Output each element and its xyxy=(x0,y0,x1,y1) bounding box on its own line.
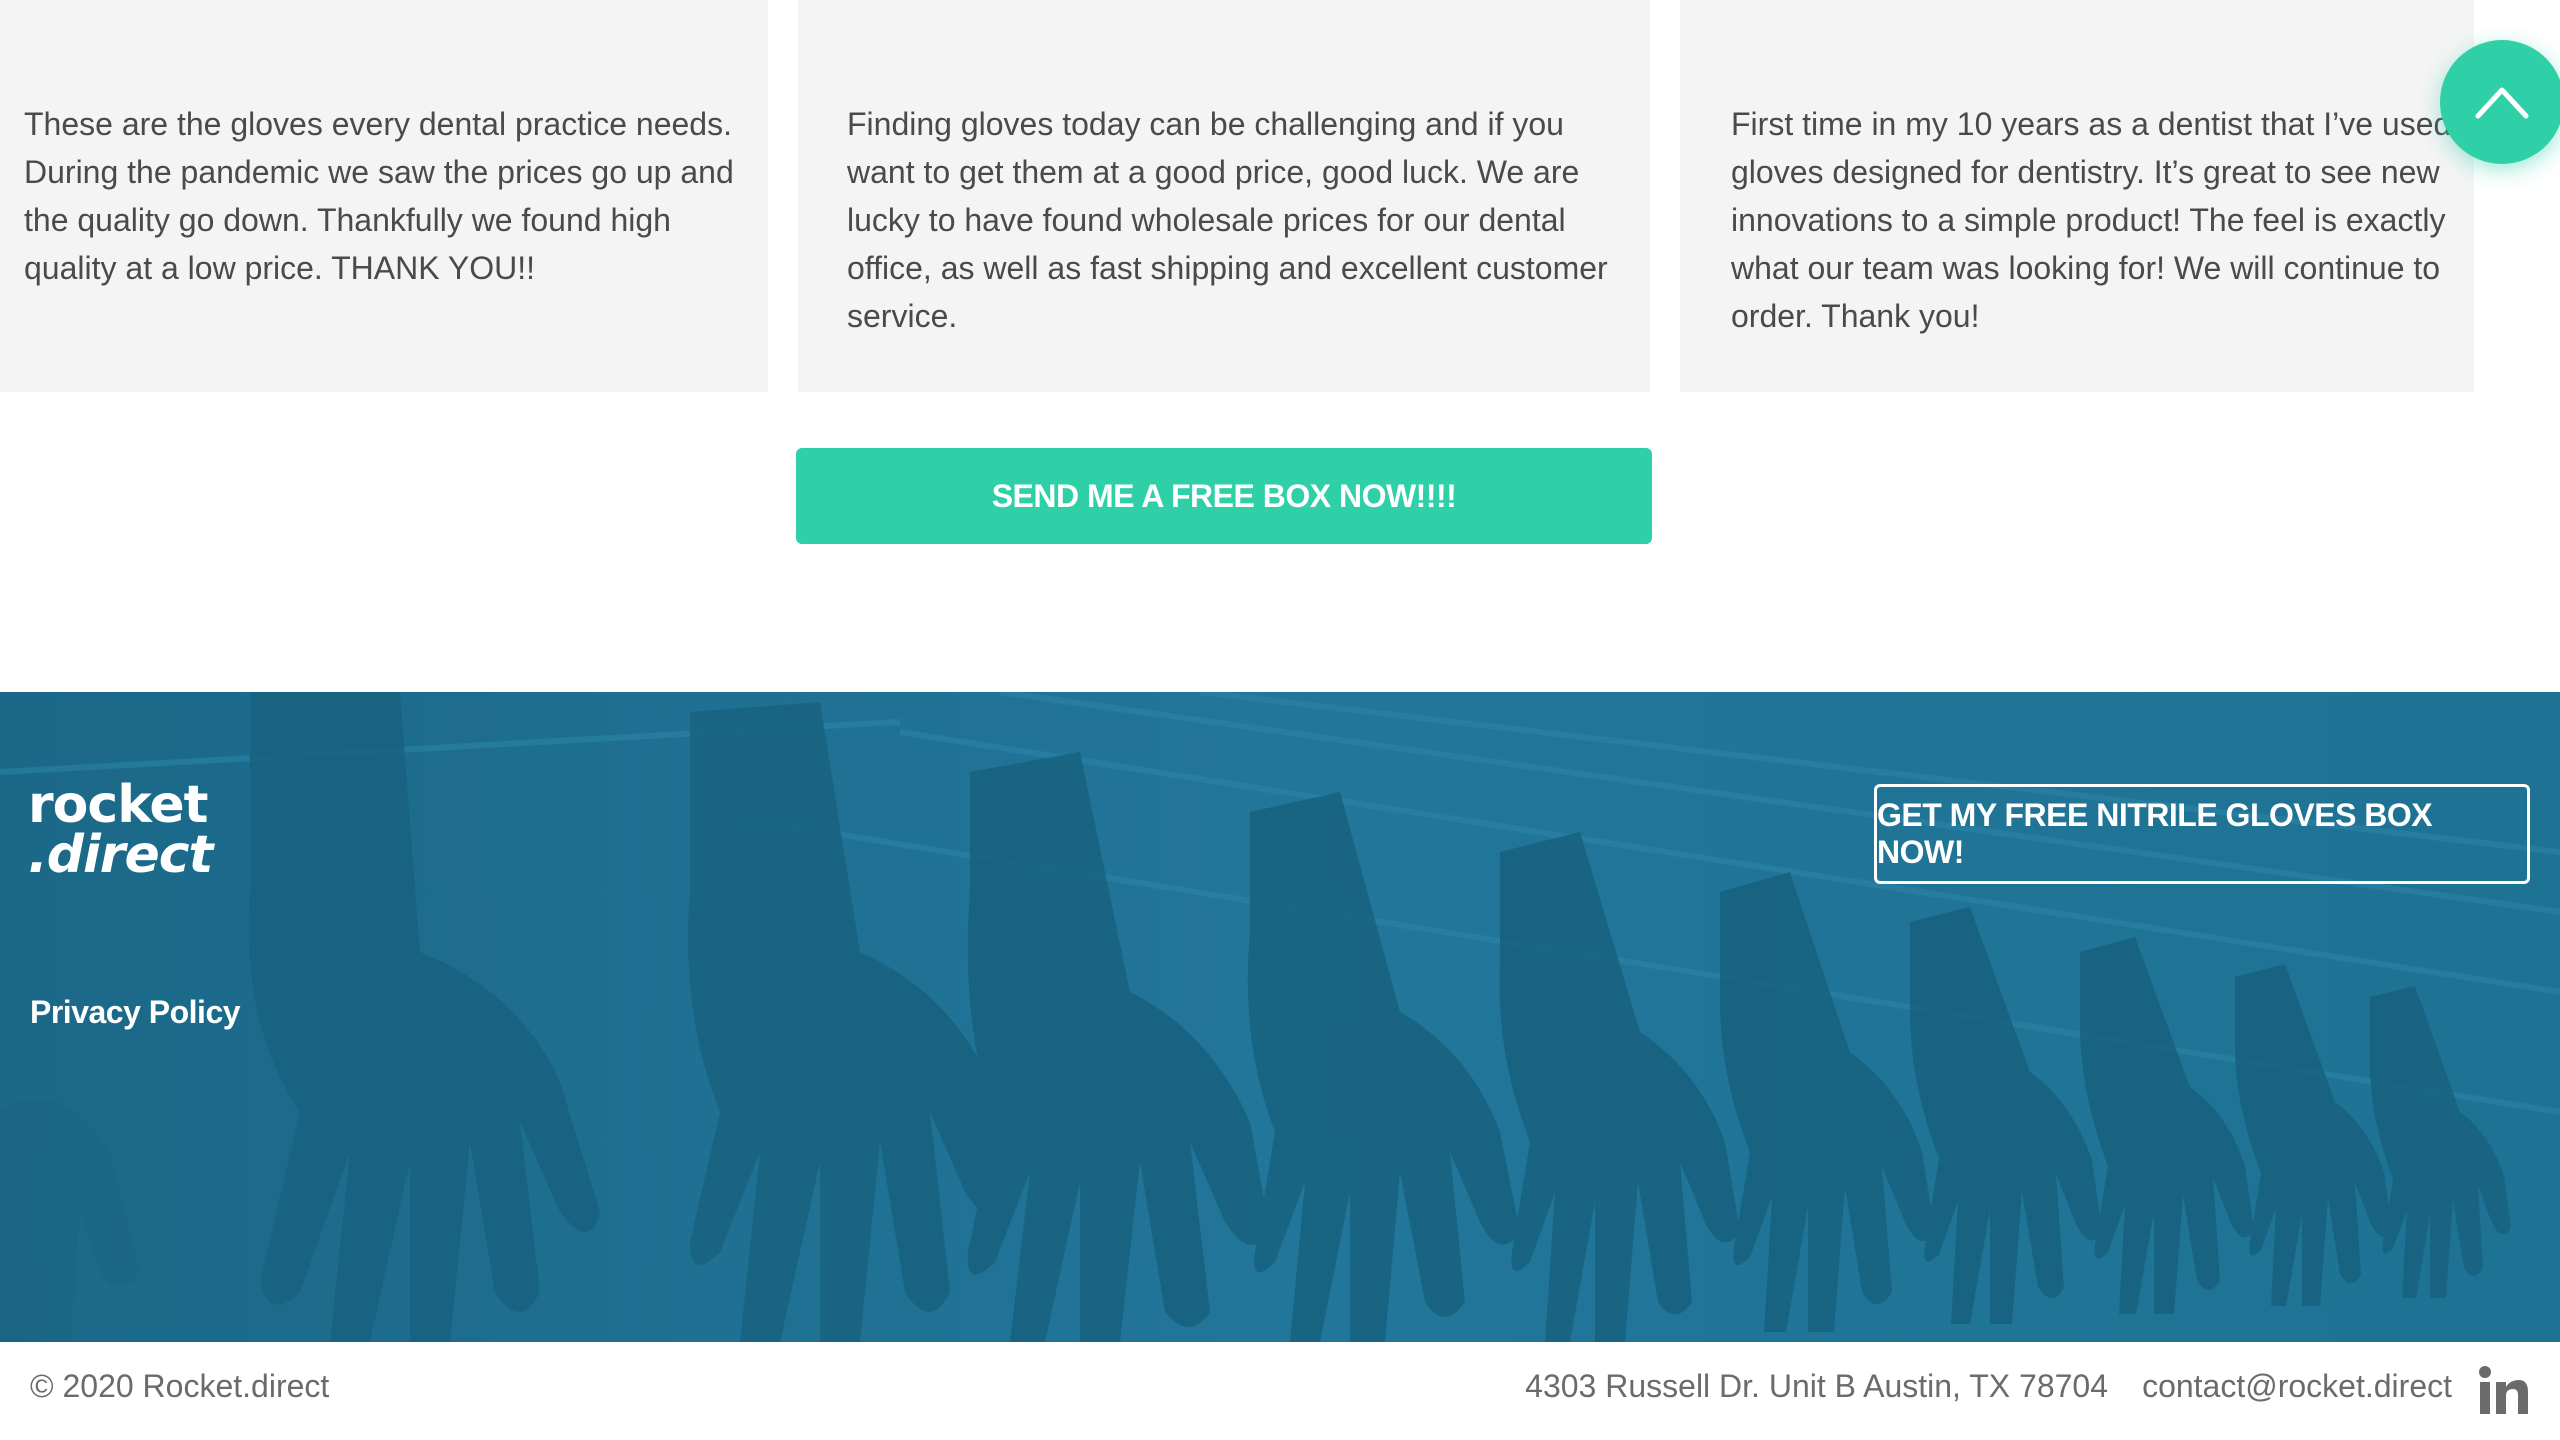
copyright-text: © 2020 Rocket.direct xyxy=(30,1368,330,1404)
rocket-direct-logo[interactable]: rocket .direct xyxy=(28,775,213,885)
logo-line-1: rocket xyxy=(28,775,209,835)
testimonial-card: These are the gloves every dental practi… xyxy=(0,0,768,392)
privacy-policy-link[interactable]: Privacy Policy xyxy=(30,994,241,1031)
get-free-gloves-button[interactable]: GET MY FREE NITRILE GLOVES BOX NOW! xyxy=(1874,784,2530,884)
send-free-box-button[interactable]: SEND ME A FREE BOX NOW!!!! xyxy=(796,448,1652,544)
scroll-to-top-button[interactable] xyxy=(2440,40,2560,164)
logo-line-2: .direct xyxy=(28,825,213,885)
linkedin-icon[interactable] xyxy=(2478,1364,2530,1416)
chevron-up-icon xyxy=(2475,87,2529,119)
email-link[interactable]: contact@rocket.direct xyxy=(2142,1368,2452,1405)
testimonial-text: First time in my 10 years as a dentist t… xyxy=(1731,106,2452,334)
testimonial-card: Finding gloves today can be challenging … xyxy=(798,0,1650,392)
page: These are the gloves every dental practi… xyxy=(0,0,2560,1440)
bottom-bar: © 2020 Rocket.direct 4303 Russell Dr. Un… xyxy=(0,1342,2560,1440)
address-text: 4303 Russell Dr. Unit B Austin, TX 78704 xyxy=(1525,1368,2108,1404)
testimonial-text: These are the gloves every dental practi… xyxy=(24,106,734,286)
testimonial-text: Finding gloves today can be challenging … xyxy=(847,106,1608,334)
testimonial-card: First time in my 10 years as a dentist t… xyxy=(1680,0,2474,392)
footer-hero: rocket .direct Privacy Policy GET MY FRE… xyxy=(0,692,2560,1342)
